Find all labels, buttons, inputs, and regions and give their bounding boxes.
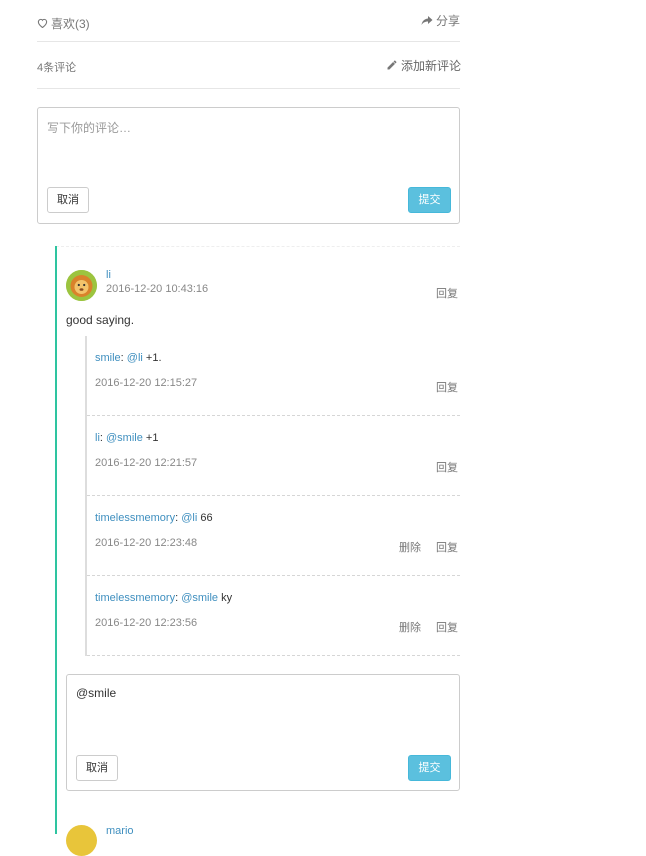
reply-mention[interactable]: @smile [106, 432, 143, 444]
submit-button[interactable]: 提交 [408, 187, 451, 213]
delete-button[interactable]: 删除 [399, 619, 421, 635]
comment-author[interactable]: li [106, 269, 111, 281]
reply-mention[interactable]: @li [181, 512, 197, 524]
divider [56, 246, 460, 247]
reply-author[interactable]: smile [95, 352, 121, 364]
reply-item: timelessmemory: @li 66 [95, 512, 213, 524]
add-comment-button[interactable]: 添加新评论 [386, 57, 461, 73]
cancel-button[interactable]: 取消 [47, 187, 89, 213]
reply-item: li: @smile +1 [95, 432, 159, 444]
comment-timestamp: 2016-12-20 10:43:16 [106, 283, 209, 295]
divider [37, 88, 460, 89]
divider [37, 41, 460, 42]
reply-author[interactable]: timelessmemory [95, 512, 175, 524]
heart-icon [37, 18, 48, 28]
divider [87, 415, 460, 416]
reply-button[interactable]: 回复 [436, 539, 458, 555]
delete-button[interactable]: 删除 [399, 539, 421, 555]
avatar [66, 270, 97, 301]
reply-button[interactable]: 回复 [436, 459, 458, 475]
reply-button[interactable]: 回复 [436, 619, 458, 635]
reply-mention[interactable]: @li [127, 352, 143, 364]
divider [87, 575, 460, 576]
reply-text: +1 [145, 432, 159, 444]
reply-button[interactable]: 回复 [436, 285, 458, 301]
reply-timestamp: 2016-12-20 12:15:27 [95, 377, 198, 389]
reply-text: ky [221, 592, 233, 604]
comment-thread-bar [55, 246, 57, 834]
new-comment-form: 写下你的评论… 取消 提交 [37, 107, 460, 224]
comment-author[interactable]: mario [106, 825, 134, 837]
avatar [66, 825, 97, 856]
reply-item: smile: @li +1. [95, 352, 162, 364]
divider [87, 495, 460, 496]
like-button[interactable]: 喜欢(3) [37, 15, 90, 31]
reply-timestamp: 2016-12-20 12:21:57 [95, 457, 198, 469]
comment-body: good saying. [66, 313, 135, 327]
share-icon [421, 15, 433, 26]
reply-input[interactable]: @smile [76, 686, 116, 700]
pencil-icon [386, 59, 398, 71]
new-comment-input[interactable]: 写下你的评论… [47, 119, 131, 136]
reply-button[interactable]: 回复 [436, 379, 458, 395]
reply-author[interactable]: timelessmemory [95, 592, 175, 604]
reply-item: timelessmemory: @smile ky [95, 592, 233, 604]
cancel-button[interactable]: 取消 [76, 755, 118, 781]
reply-text: +1. [145, 352, 162, 364]
reply-timestamp: 2016-12-20 12:23:56 [95, 617, 198, 629]
comment-count: 4条评论 [37, 62, 77, 74]
share-button[interactable]: 分享 [421, 12, 460, 28]
reply-form: @smile 取消 提交 [66, 674, 460, 791]
reply-mention[interactable]: @smile [181, 592, 218, 604]
divider [87, 655, 460, 656]
reply-text: 66 [200, 512, 213, 524]
reply-timestamp: 2016-12-20 12:23:48 [95, 537, 198, 549]
replies-bar [85, 336, 87, 656]
share-label: 分享 [436, 13, 461, 28]
add-comment-label: 添加新评论 [401, 58, 462, 73]
submit-button[interactable]: 提交 [408, 755, 451, 781]
like-label: 喜欢(3) [51, 16, 90, 31]
